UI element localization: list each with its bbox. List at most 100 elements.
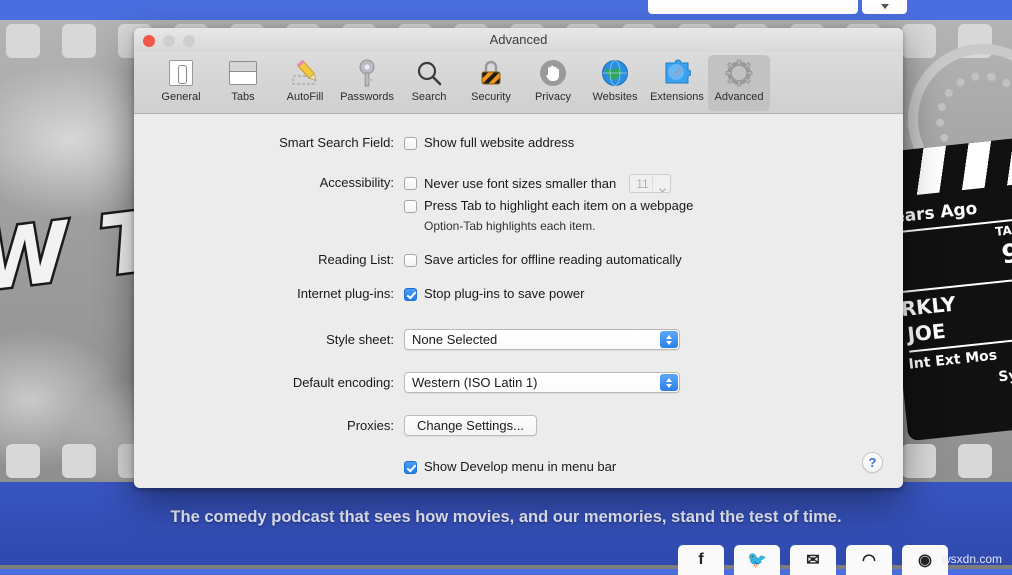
toolbar-label-tabs: Tabs xyxy=(231,91,255,103)
twitter-icon[interactable]: 🐦 xyxy=(734,545,780,575)
row-style-sheet: Style sheet: None Selected xyxy=(134,329,903,350)
change-settings-button[interactable]: Change Settings... xyxy=(404,415,537,436)
security-padlock-icon xyxy=(460,58,522,88)
window-titlebar[interactable]: Advanced xyxy=(134,28,903,52)
clapper-footer-line2: Sync xyxy=(997,365,1012,386)
site-tagline: The comedy podcast that sees how movies,… xyxy=(170,508,842,526)
autofill-icon xyxy=(274,58,336,88)
row-accessibility: Accessibility: Never use font sizes smal… xyxy=(134,174,903,233)
advanced-gear-icon xyxy=(708,58,770,88)
row-reading-list: Reading List: Save articles for offline … xyxy=(134,251,903,273)
toolbar-label-autofill: AutoFill xyxy=(286,91,324,103)
clapper-take-label: TAKE xyxy=(994,221,1012,239)
checkbox-label-show-develop-menu: Show Develop menu in menu bar xyxy=(424,459,617,474)
toolbar-item-advanced[interactable]: Advanced xyxy=(708,55,770,111)
toolbar-item-search[interactable]: Search xyxy=(398,55,460,103)
checkbox-label-show-full-address: Show full website address xyxy=(424,135,575,150)
toolbar-item-autofill[interactable]: AutoFill xyxy=(274,55,336,103)
email-icon[interactable]: ✉ xyxy=(790,545,836,575)
search-input[interactable] xyxy=(648,0,858,14)
checkbox-label-stop-plugins: Stop plug-ins to save power xyxy=(424,286,585,301)
checkbox-label-min-font-size: Never use font sizes smaller than xyxy=(424,175,617,191)
toolbar-label-websites: Websites xyxy=(592,91,638,103)
preferences-window: Advanced General Tabs AutoFill Passwords… xyxy=(134,28,903,488)
checkbox-box-stop-plugins[interactable] xyxy=(404,287,417,301)
checkbox-box-min-font-size[interactable] xyxy=(404,177,417,190)
checkbox-show-develop-menu[interactable]: Show Develop menu in menu bar xyxy=(404,458,903,476)
social-links-row[interactable]: f 🐦 ✉ ◠ ◉ xyxy=(678,545,948,575)
font-size-value: 11 xyxy=(636,176,649,191)
chevron-down-icon xyxy=(659,181,667,193)
page-header-bar xyxy=(0,0,1012,20)
row-default-encoding: Default encoding: Western (ISO Latin 1) xyxy=(134,372,903,393)
style-sheet-value: None Selected xyxy=(412,332,498,347)
extensions-puzzle-icon xyxy=(646,58,708,88)
help-button[interactable]: ? xyxy=(862,452,883,473)
checkbox-label-tab-highlight: Press Tab to highlight each item on a we… xyxy=(424,198,694,213)
tabs-icon xyxy=(212,58,274,88)
toolbar-item-privacy[interactable]: Privacy xyxy=(522,55,584,103)
checkbox-box-show-develop-menu[interactable] xyxy=(404,460,417,474)
zoom-button[interactable] xyxy=(183,35,195,47)
toolbar-item-websites[interactable]: Websites xyxy=(584,55,646,103)
toolbar-label-privacy: Privacy xyxy=(534,91,572,103)
passwords-key-icon xyxy=(336,58,398,88)
toolbar-label-passwords: Passwords xyxy=(340,91,394,103)
row-develop-menu: Show Develop menu in menu bar xyxy=(134,458,903,480)
default-encoding-select[interactable]: Western (ISO Latin 1) xyxy=(404,372,680,393)
default-encoding-stepper-icon[interactable] xyxy=(660,374,678,391)
toolbar-label-extensions: Extensions xyxy=(650,91,704,103)
facebook-icon[interactable]: f xyxy=(678,545,724,575)
general-icon xyxy=(150,58,212,88)
websites-globe-icon xyxy=(584,58,646,88)
checkbox-min-font-size[interactable]: Never use font sizes smaller than 11 xyxy=(404,174,903,193)
style-sheet-stepper-icon[interactable] xyxy=(660,331,678,348)
clapper-take-number: 99 xyxy=(1000,236,1012,271)
label-proxies: Proxies: xyxy=(347,418,394,433)
checkbox-stop-plugins[interactable]: Stop plug-ins to save power xyxy=(404,285,903,303)
label-style-sheet: Style sheet: xyxy=(326,332,394,347)
watermark-text: wsxdn.com xyxy=(942,552,1003,566)
toolbar-item-general[interactable]: General xyxy=(150,55,212,103)
toolbar-item-tabs[interactable]: Tabs xyxy=(212,55,274,103)
checkbox-tab-highlight[interactable]: Press Tab to highlight each item on a we… xyxy=(404,197,903,215)
default-encoding-value: Western (ISO Latin 1) xyxy=(412,375,538,390)
checkbox-box-tab-highlight[interactable] xyxy=(404,199,417,213)
font-size-divider xyxy=(652,176,654,191)
window-title: Advanced xyxy=(489,32,548,47)
row-proxies: Proxies: Change Settings... xyxy=(134,415,903,436)
toolbar-item-security[interactable]: Security xyxy=(460,55,522,103)
style-sheet-select[interactable]: None Selected xyxy=(404,329,680,350)
toolbar-item-extensions[interactable]: Extensions xyxy=(646,55,708,103)
checkbox-box-save-articles-offline[interactable] xyxy=(404,253,417,267)
toolbar-label-search: Search xyxy=(411,91,447,103)
search-magnifier-icon xyxy=(398,58,460,88)
label-accessibility: Accessibility: xyxy=(319,175,394,190)
traffic-light-buttons[interactable] xyxy=(143,35,195,47)
search-submit-button[interactable] xyxy=(862,0,907,14)
clapper-name-line1: RKLY xyxy=(899,291,957,322)
checkbox-save-articles-offline[interactable]: Save articles for offline reading automa… xyxy=(404,251,903,269)
label-default-encoding: Default encoding: xyxy=(292,375,394,390)
close-button[interactable] xyxy=(143,35,155,47)
checkbox-label-save-articles-offline: Save articles for offline reading automa… xyxy=(424,252,682,267)
advanced-settings-panel: Smart Search Field: Show full website ad… xyxy=(134,114,903,487)
checkbox-box-show-full-address[interactable] xyxy=(404,136,417,150)
privacy-hand-icon xyxy=(522,58,584,88)
label-reading-list: Reading List: xyxy=(318,252,394,267)
rss-icon[interactable]: ◠ xyxy=(846,545,892,575)
label-smart-search-field: Smart Search Field: xyxy=(279,135,394,150)
font-size-select[interactable]: 11 xyxy=(629,174,672,193)
preferences-toolbar[interactable]: General Tabs AutoFill Passwords Search S… xyxy=(134,52,903,114)
toolbar-label-advanced: Advanced xyxy=(714,91,764,103)
row-smart-search-field: Smart Search Field: Show full website ad… xyxy=(134,134,903,156)
toolbar-label-security: Security xyxy=(471,91,511,103)
label-internet-plugins: Internet plug-ins: xyxy=(297,286,394,301)
row-internet-plugins: Internet plug-ins: Stop plug-ins to save… xyxy=(134,285,903,307)
accessibility-hint-text: Option-Tab highlights each item. xyxy=(424,219,596,233)
checkbox-show-full-address[interactable]: Show full website address xyxy=(404,134,903,152)
minimize-button[interactable] xyxy=(163,35,175,47)
clapper-name-line2: JOE xyxy=(906,318,947,347)
toolbar-label-general: General xyxy=(161,91,201,103)
toolbar-item-passwords[interactable]: Passwords xyxy=(336,55,398,103)
